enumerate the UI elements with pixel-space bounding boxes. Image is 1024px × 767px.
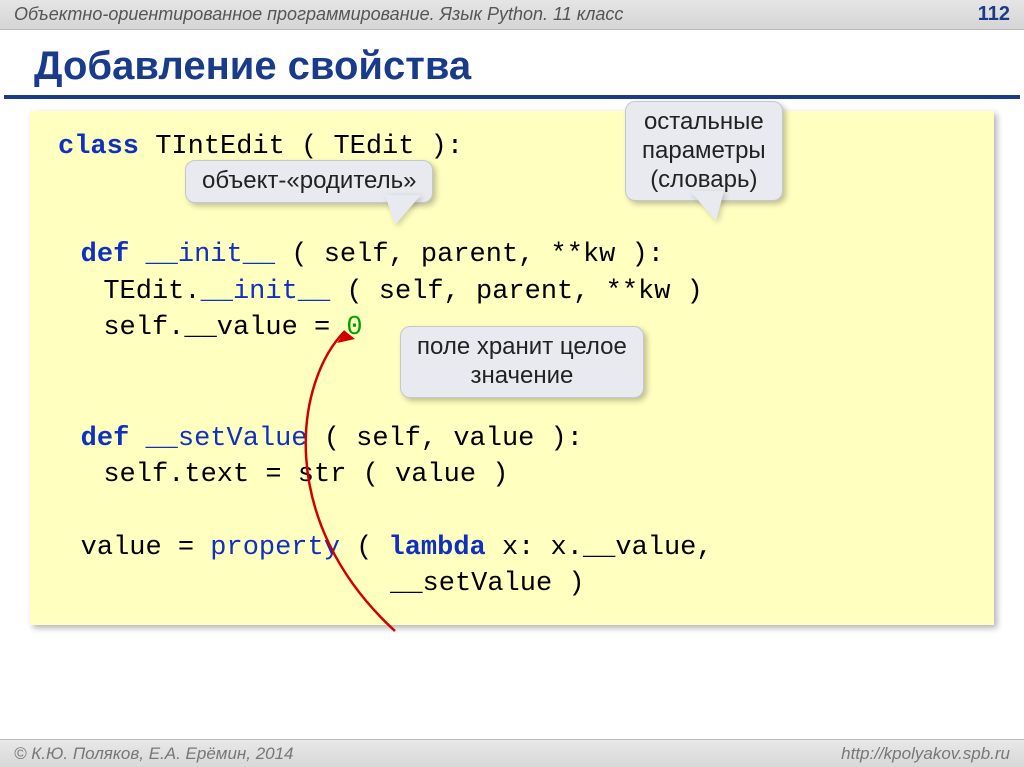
footer-copyright: © К.Ю. Поляков, Е.А. Ерёмин, 2014 [14,744,294,764]
callout-text: значение [470,362,573,389]
callout-other-params: остальные параметры (словарь) [625,101,783,201]
code-line: TEdit.__init__ ( self, parent, **kw ) [58,274,966,310]
page-number: 112 [978,3,1010,26]
callout-text: объект-«родитель» [202,167,416,194]
callout-text: (словарь) [650,166,757,193]
code-block: остальные параметры (словарь) class TInt… [30,111,994,625]
code-line: def __init__ ( self, parent, **kw ): [58,237,966,273]
header-bar: Объектно-ориентированное программировани… [0,0,1024,30]
header-title: Объектно-ориентированное программировани… [14,4,623,25]
slide-title: Добавление свойства [4,30,1020,99]
callout-field-int: поле хранит целое значение [400,326,644,398]
footer-url: http://kpolyakov.spb.ru [841,744,1010,764]
callout-text: поле хранит целое [417,333,627,360]
code-line: value = property ( lambda x: x.__value, [58,530,966,566]
callout-text: остальные [644,108,764,135]
callout-text: параметры [642,137,766,164]
footer-bar: © К.Ю. Поляков, Е.А. Ерёмин, 2014 http:/… [0,739,1024,767]
code-line: self.text = str ( value ) [58,457,966,493]
code-line: def __setValue ( self, value ): [58,421,966,457]
code-line: __setValue ) [58,566,966,602]
